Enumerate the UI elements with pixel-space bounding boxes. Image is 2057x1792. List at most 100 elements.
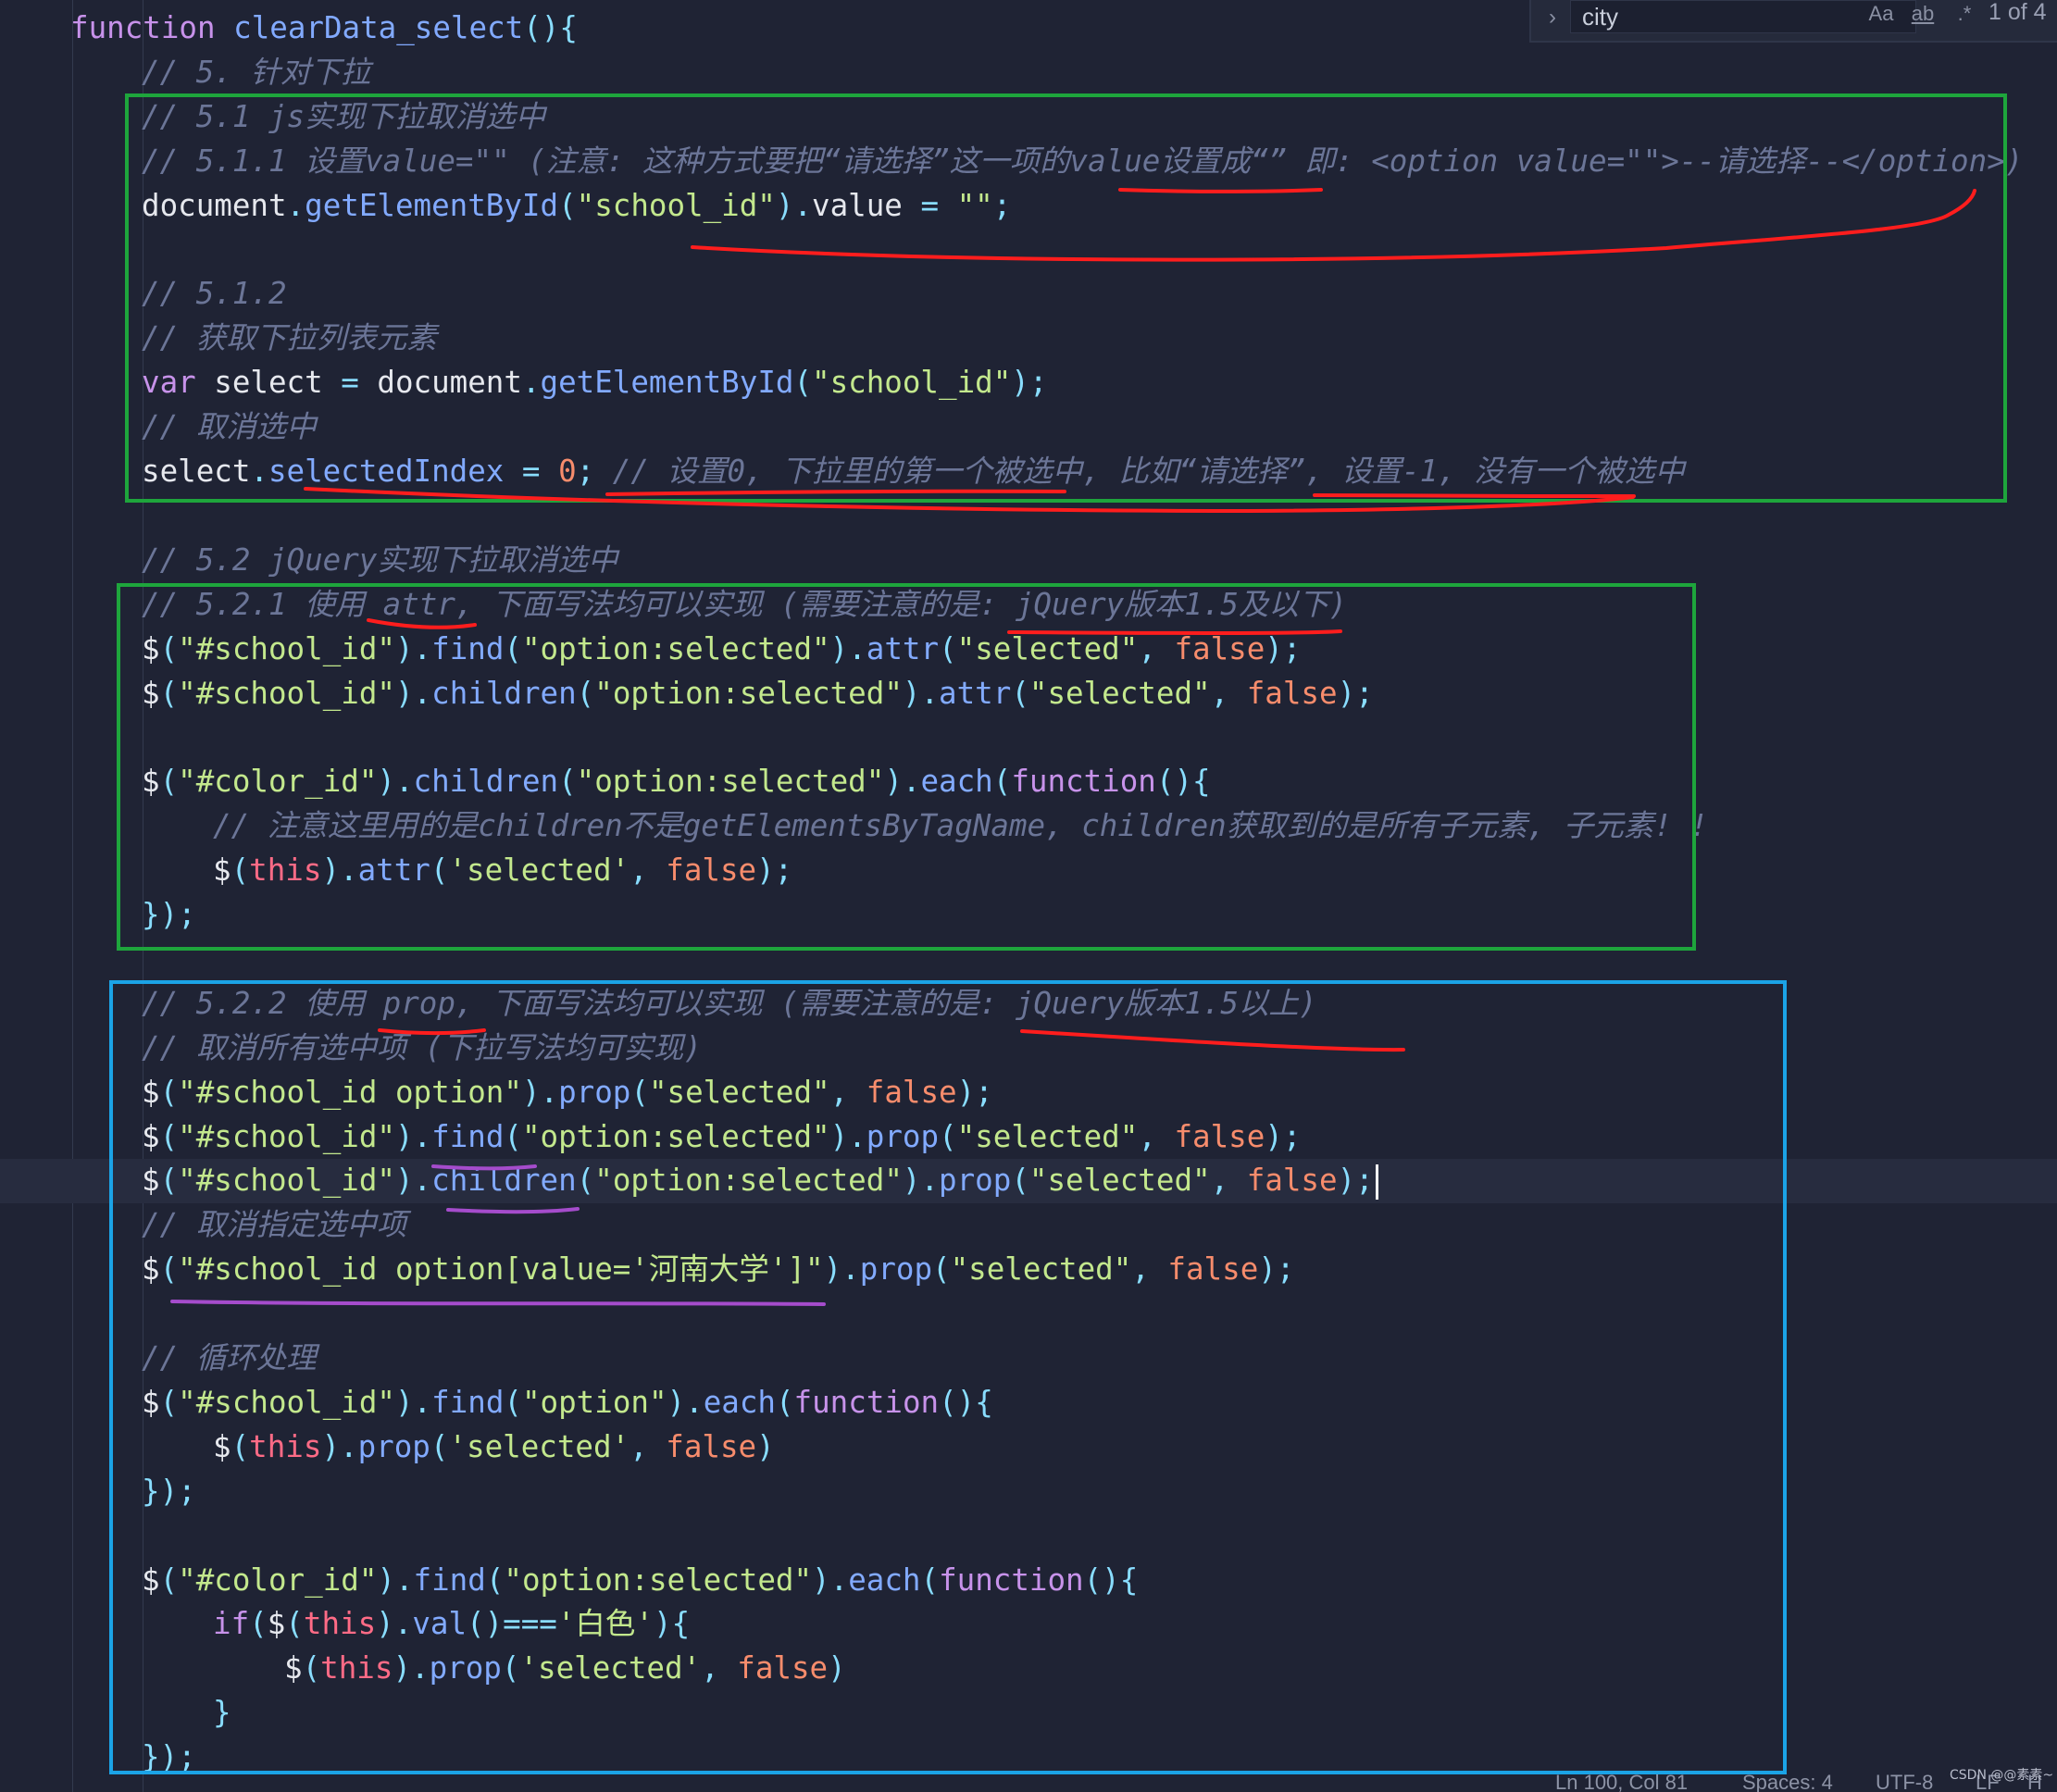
code-line[interactable]: $("#school_id").find("option:selected").… bbox=[142, 627, 1301, 671]
code-token-string: "selected" bbox=[1028, 1163, 1211, 1199]
code-token-comment: // 5.2.1 使用 attr, 下面写法均可以实现 (需要注意的是: jQu… bbox=[142, 586, 1348, 622]
code-token-punct: ) bbox=[377, 1562, 395, 1598]
code-line[interactable]: }); bbox=[142, 1735, 196, 1779]
code-line[interactable]: $(this).prop('selected', false) bbox=[284, 1646, 846, 1690]
code-token-punct: ( bbox=[159, 764, 179, 800]
code-token-default bbox=[216, 10, 234, 45]
code-token-const: false bbox=[1174, 630, 1265, 666]
code-line[interactable]: if($(this).val()==='白色'){ bbox=[213, 1601, 690, 1646]
code-line[interactable]: // 5.1.1 设置value="" (注意: 这种方式要把“请选择”这一项的… bbox=[142, 139, 2023, 183]
code-token-default: document bbox=[142, 187, 287, 223]
match-case-icon[interactable]: Aa bbox=[1863, 0, 1900, 31]
code-token-punct: ); bbox=[1265, 630, 1302, 666]
code-line[interactable]: } bbox=[213, 1690, 231, 1735]
code-line[interactable]: document.getElementById("school_id").val… bbox=[142, 183, 1011, 228]
code-line[interactable]: select.selectedIndex = 0; // 设置0, 下拉里的第一… bbox=[142, 449, 1685, 493]
code-token-punct: ( bbox=[932, 1251, 951, 1288]
code-token-const: false bbox=[666, 1428, 757, 1464]
code-token-default: $ bbox=[142, 1251, 160, 1288]
code-line[interactable]: $(this).attr('selected', false); bbox=[213, 848, 792, 892]
code-token-punct: ) bbox=[667, 1384, 686, 1420]
code-line[interactable]: $("#color_id").children("option:selected… bbox=[142, 759, 1211, 803]
code-token-punct: ) bbox=[1011, 365, 1029, 401]
code-token-punct: ) bbox=[829, 1118, 849, 1154]
code-token-punct: , bbox=[829, 1074, 866, 1110]
code-token-comment: // 5.1.2 bbox=[142, 276, 287, 312]
code-token-comment: // 取消所有选中项 (下拉写法均可实现) bbox=[142, 1029, 702, 1065]
code-token-punct: ( bbox=[1011, 675, 1029, 711]
code-token-punct: ); bbox=[1265, 1118, 1302, 1154]
code-token-punct: ( bbox=[920, 1562, 940, 1598]
code-token-string: "option" bbox=[521, 1384, 667, 1420]
code-line[interactable]: // 5. 针对下拉 bbox=[142, 50, 370, 94]
code-token-string: 'selected' bbox=[519, 1650, 702, 1686]
code-line[interactable]: $("#color_id").find("option:selected").e… bbox=[142, 1558, 1138, 1602]
code-token-string: "#school_id option[value='河南大学']" bbox=[178, 1251, 824, 1288]
code-token-punct: . bbox=[540, 1074, 559, 1110]
code-line[interactable]: }); bbox=[142, 892, 196, 937]
code-token-punct: }); bbox=[142, 1473, 196, 1509]
code-token-punct: ( bbox=[504, 1384, 522, 1420]
code-token-const: false bbox=[1246, 675, 1338, 711]
code-token-punct: ) bbox=[394, 1118, 414, 1154]
code-token-function: children bbox=[431, 675, 577, 711]
cursor-position[interactable]: Ln 100, Col 81 bbox=[1555, 1773, 1688, 1792]
code-token-punct: . bbox=[411, 1650, 430, 1686]
code-token-punct: () bbox=[523, 10, 560, 45]
code-line[interactable]: $("#school_id option[value='河南大学']").pro… bbox=[142, 1247, 1294, 1291]
code-line[interactable]: // 5.2.2 使用 prop, 下面写法均可以实现 (需要注意的是: jQu… bbox=[142, 981, 1317, 1026]
code-token-default: $ bbox=[213, 1428, 231, 1464]
code-line[interactable]: }); bbox=[142, 1469, 196, 1513]
code-token-punct: . bbox=[394, 1562, 414, 1598]
code-token-function: children bbox=[431, 1163, 577, 1199]
code-token-const: false bbox=[737, 1650, 829, 1686]
code-token-punct: ); bbox=[956, 1074, 993, 1110]
regex-icon[interactable]: .* bbox=[1946, 0, 1983, 31]
code-token-default: value bbox=[812, 187, 903, 223]
code-token-punct: ( bbox=[775, 1384, 794, 1420]
code-line[interactable]: $("#school_id").children("option:selecte… bbox=[142, 1158, 1378, 1202]
code-token-punct: ) bbox=[394, 675, 414, 711]
code-token-punct: ( bbox=[231, 1428, 250, 1464]
code-token-punct: ( bbox=[576, 1163, 595, 1199]
code-line[interactable]: // 取消选中 bbox=[142, 404, 317, 449]
code-line[interactable]: // 5.2.1 使用 attr, 下面写法均可以实现 (需要注意的是: jQu… bbox=[142, 582, 1347, 627]
code-token-string: "school_id" bbox=[812, 365, 1012, 401]
chevron-right-icon[interactable]: › bbox=[1539, 4, 1566, 31]
code-line[interactable]: // 5.2 jQuery实现下拉取消选中 bbox=[142, 538, 617, 582]
code-line[interactable]: // 注意这里用的是children不是getElementsByTagName… bbox=[213, 803, 1708, 848]
purple-underline bbox=[446, 1207, 580, 1214]
code-token-punct: . bbox=[920, 675, 940, 711]
code-token-punct: ) bbox=[829, 630, 849, 666]
code-line[interactable]: $("#school_id option").prop("selected", … bbox=[142, 1070, 993, 1114]
code-token-comment: // 循环处理 bbox=[142, 1340, 317, 1375]
code-line[interactable]: $(this).prop('selected', false) bbox=[213, 1425, 775, 1469]
code-token-punct: ) bbox=[521, 1074, 541, 1110]
code-token-string: "" bbox=[956, 187, 993, 223]
purple-underline bbox=[170, 1300, 826, 1306]
code-line[interactable]: // 循环处理 bbox=[142, 1336, 317, 1380]
code-token-function: selectedIndex bbox=[268, 454, 505, 489]
code-editor[interactable]: function clearData_select(){// 5. 针对下拉//… bbox=[0, 0, 2057, 1792]
code-line[interactable]: // 5.1.2 bbox=[142, 271, 287, 316]
code-line[interactable]: // 5.1 js实现下拉取消选中 bbox=[142, 94, 545, 139]
match-count: 1 of 4 bbox=[1988, 0, 2047, 25]
code-line[interactable]: var select = document.getElementById("sc… bbox=[142, 360, 1047, 404]
code-line[interactable]: $("#school_id").find("option").each(func… bbox=[142, 1380, 993, 1425]
match-whole-word-icon[interactable]: ab bbox=[1901, 0, 1944, 31]
code-line[interactable]: $("#school_id").children("option:selecte… bbox=[142, 671, 1374, 716]
code-token-punct: ( bbox=[558, 187, 577, 223]
code-token-punct: ) bbox=[902, 675, 921, 711]
code-line[interactable]: function clearData_select(){ bbox=[70, 6, 578, 50]
code-token-punct: ( bbox=[285, 1606, 304, 1642]
code-line[interactable]: // 取消所有选中项 (下拉写法均可实现) bbox=[142, 1026, 702, 1070]
code-token-punct: ( bbox=[1011, 1163, 1029, 1199]
code-token-const: false bbox=[866, 1074, 957, 1110]
code-line[interactable]: // 取消指定选中项 bbox=[142, 1202, 406, 1247]
code-token-comment: // 取消选中 bbox=[142, 409, 317, 445]
indentation-setting[interactable]: Spaces: 4 bbox=[1742, 1773, 1833, 1792]
code-token-punct: (){ bbox=[1155, 764, 1211, 800]
code-line[interactable]: // 获取下拉列表元素 bbox=[142, 316, 437, 360]
code-line[interactable]: $("#school_id").find("option:selected").… bbox=[142, 1114, 1301, 1159]
encoding-setting[interactable]: UTF-8 bbox=[1876, 1773, 1933, 1792]
